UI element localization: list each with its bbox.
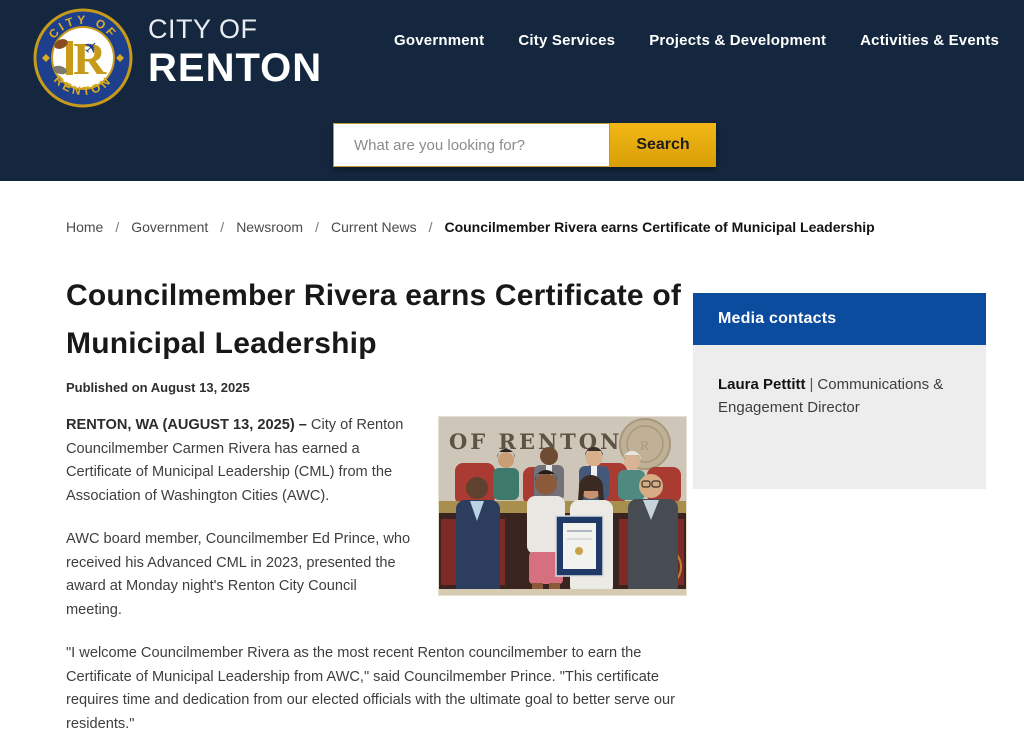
breadcrumb: Home / Government / Newsroom / Current N… bbox=[66, 219, 875, 235]
brand-city-of: CITY OF bbox=[148, 16, 322, 43]
nav-government[interactable]: Government bbox=[394, 32, 484, 49]
breadcrumb-government[interactable]: Government bbox=[131, 219, 208, 235]
dateline: RENTON, WA (AUGUST 13, 2025) – bbox=[66, 417, 307, 433]
contact-separator: | bbox=[806, 376, 818, 393]
search-input[interactable] bbox=[333, 123, 610, 167]
breadcrumb-current-page: Councilmember Rivera earns Certificate o… bbox=[444, 219, 874, 235]
nav-projects-development[interactable]: Projects & Development bbox=[649, 32, 826, 49]
article-photo: OF RENTON R bbox=[438, 416, 687, 596]
breadcrumb-home[interactable]: Home bbox=[66, 219, 103, 235]
breadcrumb-separator: / bbox=[115, 219, 119, 235]
monogram-bar bbox=[66, 41, 73, 75]
breadcrumb-current-news[interactable]: Current News bbox=[331, 219, 417, 235]
media-contacts-title: Media contacts bbox=[718, 310, 836, 328]
breadcrumb-newsroom[interactable]: Newsroom bbox=[236, 219, 303, 235]
nav-activities-events[interactable]: Activities & Events bbox=[860, 32, 999, 49]
breadcrumb-separator: / bbox=[429, 219, 433, 235]
wall-seal-r: R bbox=[640, 439, 650, 454]
page-title: Councilmember Rivera earns Certificate o… bbox=[66, 272, 686, 368]
brand-lockup[interactable]: CITY OF RENTON bbox=[148, 16, 322, 88]
nav-city-services[interactable]: City Services bbox=[518, 32, 615, 49]
media-contacts-body: Laura Pettitt|Communications & Engagemen… bbox=[693, 345, 986, 489]
search-button[interactable]: Search bbox=[610, 123, 716, 167]
floor-strip bbox=[439, 589, 686, 595]
city-of-renton-seal-logo[interactable]: CITY OF RENTON R ✈ bbox=[33, 8, 133, 108]
media-contacts-header: Media contacts bbox=[693, 293, 986, 345]
page: CITY OF RENTON R ✈ CITY OF RENTON Govern… bbox=[0, 0, 1024, 752]
council-chambers-photo: OF RENTON R bbox=[439, 417, 686, 595]
main-nav: Government City Services Projects & Deve… bbox=[394, 32, 999, 49]
published-date: Published on August 13, 2025 bbox=[66, 380, 250, 395]
site-header: CITY OF RENTON R ✈ CITY OF RENTON Govern… bbox=[0, 0, 1024, 181]
article-paragraph-3: "I welcome Councilmember Rivera as the m… bbox=[66, 642, 686, 736]
breadcrumb-separator: / bbox=[220, 219, 224, 235]
contact-name: Laura Pettitt bbox=[718, 376, 806, 393]
site-search: Search bbox=[333, 123, 716, 167]
article-body: OF RENTON R bbox=[66, 414, 687, 752]
media-contacts-card: Media contacts Laura Pettitt|Communicati… bbox=[693, 293, 986, 489]
brand-renton: RENTON bbox=[148, 48, 322, 88]
breadcrumb-separator: / bbox=[315, 219, 319, 235]
